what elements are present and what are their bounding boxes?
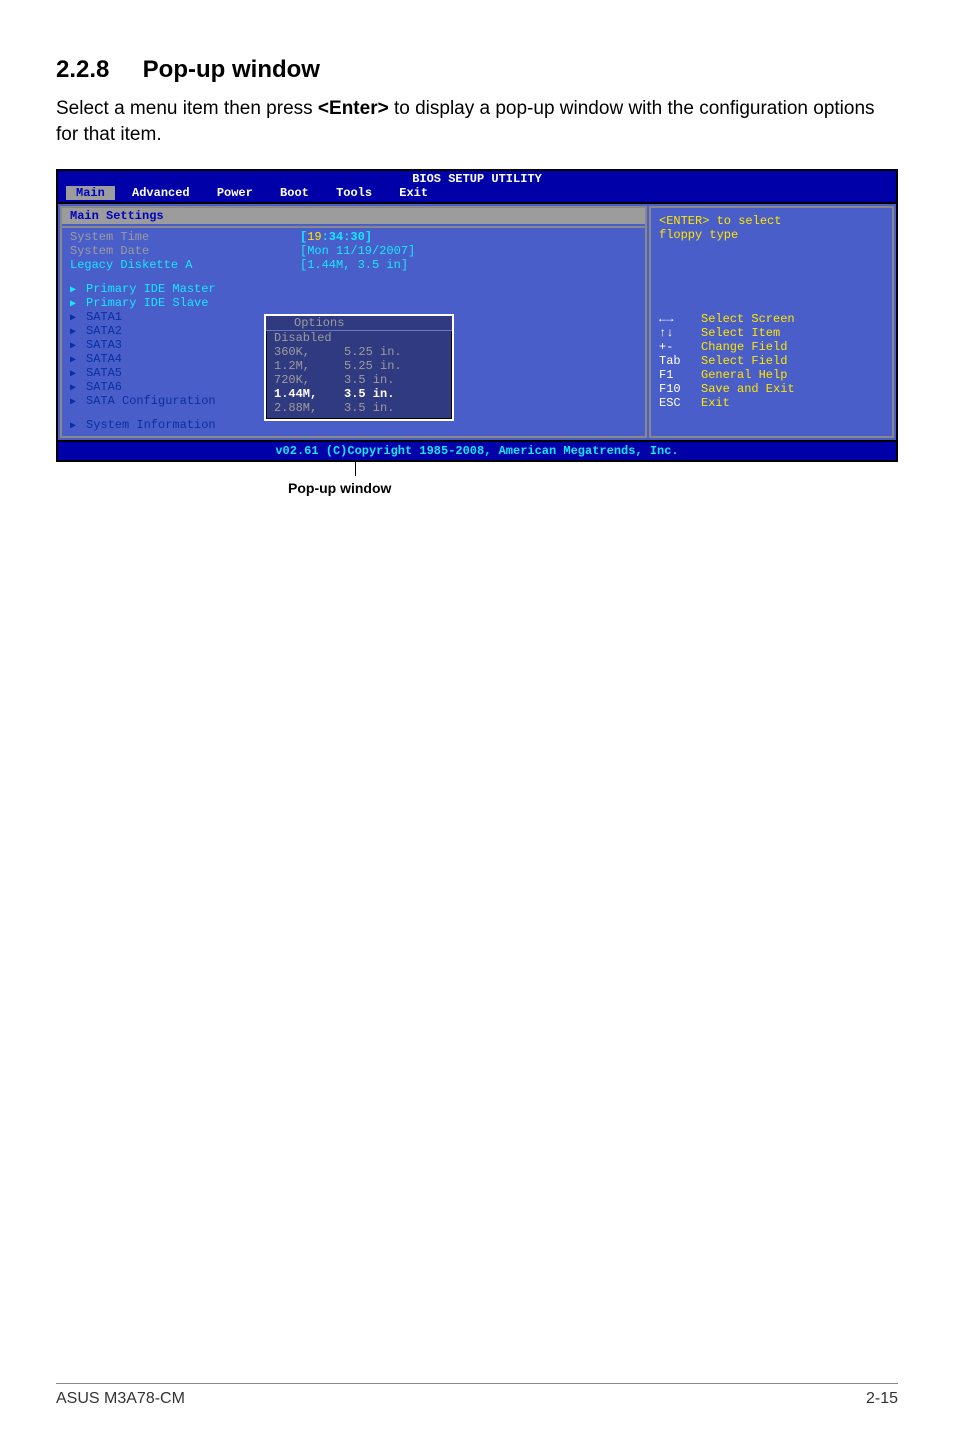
- bios-footer: v02.61 (C)Copyright 1985-2008, American …: [58, 440, 896, 460]
- menu-power[interactable]: Power: [207, 186, 263, 200]
- item-primary-ide-slave[interactable]: Primary IDE Slave: [62, 296, 645, 310]
- arrow-icon: [70, 324, 86, 338]
- legend-select-item: Select Item: [659, 326, 884, 340]
- legacy-diskette-row[interactable]: Legacy Diskette A [1.44M, 3.5 in]: [62, 258, 645, 272]
- system-date-label: System Date: [70, 244, 300, 258]
- legend-exit: ESCExit: [659, 396, 884, 410]
- popup-opt-1-2m[interactable]: 1.2M,5.25 in.: [266, 359, 452, 373]
- arrow-icon: [70, 352, 86, 366]
- system-date-row[interactable]: System Date [Mon 11/19/2007]: [62, 244, 645, 258]
- legend-select-screen: Select Screen: [659, 312, 884, 326]
- arrow-icon: [70, 418, 86, 432]
- section-number: 2.2.8: [56, 56, 136, 84]
- legacy-diskette-value: [1.44M, 3.5 in]: [300, 258, 637, 272]
- key-legend: Select Screen Select Item +-Change Field…: [659, 312, 884, 410]
- intro-pre: Select a menu item then press: [56, 98, 318, 119]
- arrow-icon: [70, 366, 86, 380]
- bios-body: Main Settings System Time [19:34:30] Sys…: [58, 202, 896, 440]
- help-line1: <ENTER> to select: [659, 214, 884, 228]
- system-time-value: [19:34:30]: [300, 230, 637, 244]
- arrow-icon: [70, 380, 86, 394]
- legend-general-help: F1General Help: [659, 368, 884, 382]
- arrow-icon: [70, 296, 86, 310]
- menu-advanced[interactable]: Advanced: [122, 186, 200, 200]
- caption-leader: Pop-up window: [56, 462, 898, 492]
- footer-left: ASUS M3A78-CM: [56, 1390, 185, 1408]
- help-line2: floppy type: [659, 228, 884, 242]
- intro-paragraph: Select a menu item then press <Enter> to…: [56, 96, 898, 147]
- arrow-icon: [70, 394, 86, 408]
- menu-exit[interactable]: Exit: [389, 186, 438, 200]
- section-title-text: Pop-up window: [143, 56, 320, 83]
- menu-boot[interactable]: Boot: [270, 186, 319, 200]
- legacy-diskette-label: Legacy Diskette A: [70, 258, 300, 272]
- legend-save-exit: F10Save and Exit: [659, 382, 884, 396]
- page-footer: ASUS M3A78-CM 2-15: [56, 1383, 898, 1408]
- bios-left-pane: Main Settings System Time [19:34:30] Sys…: [60, 206, 647, 438]
- arrow-icon: [70, 282, 86, 296]
- figure-caption: Pop-up window: [288, 480, 391, 496]
- main-settings-title: Main Settings: [62, 208, 645, 224]
- menu-main[interactable]: Main: [66, 186, 115, 200]
- bios-right-pane: <ENTER> to select floppy type Select Scr…: [649, 206, 894, 438]
- system-time-row[interactable]: System Time [19:34:30]: [62, 230, 645, 244]
- system-time-label: System Time: [70, 230, 300, 244]
- bios-menubar: Main Advanced Power Boot Tools Exit: [58, 186, 896, 202]
- popup-title: Options: [266, 316, 452, 331]
- divider: [62, 226, 645, 228]
- popup-opt-720k[interactable]: 720K,3.5 in.: [266, 373, 452, 387]
- left-right-icon: [659, 312, 701, 326]
- menu-tools[interactable]: Tools: [326, 186, 382, 200]
- arrow-icon: [70, 338, 86, 352]
- system-date-value: [Mon 11/19/2007]: [300, 244, 637, 258]
- popup-opt-2-88m[interactable]: 2.88M,3.5 in.: [266, 401, 452, 415]
- bios-window: BIOS SETUP UTILITY Main Advanced Power B…: [56, 169, 898, 462]
- leader-line: [355, 462, 356, 476]
- section-heading: 2.2.8 Pop-up window: [56, 56, 898, 84]
- footer-right: 2-15: [866, 1390, 898, 1408]
- popup-opt-360k[interactable]: 360K,5.25 in.: [266, 345, 452, 359]
- up-down-icon: [659, 326, 701, 340]
- legend-select-field: TabSelect Field: [659, 354, 884, 368]
- popup-opt-disabled[interactable]: Disabled: [266, 331, 452, 345]
- bios-title: BIOS SETUP UTILITY: [58, 171, 896, 186]
- intro-enter-key: <Enter>: [318, 98, 389, 119]
- options-popup: Options Disabled 360K,5.25 in. 1.2M,5.25…: [264, 314, 454, 421]
- arrow-icon: [70, 310, 86, 324]
- popup-opt-1-44m[interactable]: 1.44M,3.5 in.: [266, 387, 452, 401]
- item-primary-ide-master[interactable]: Primary IDE Master: [62, 282, 645, 296]
- legend-change-field: +-Change Field: [659, 340, 884, 354]
